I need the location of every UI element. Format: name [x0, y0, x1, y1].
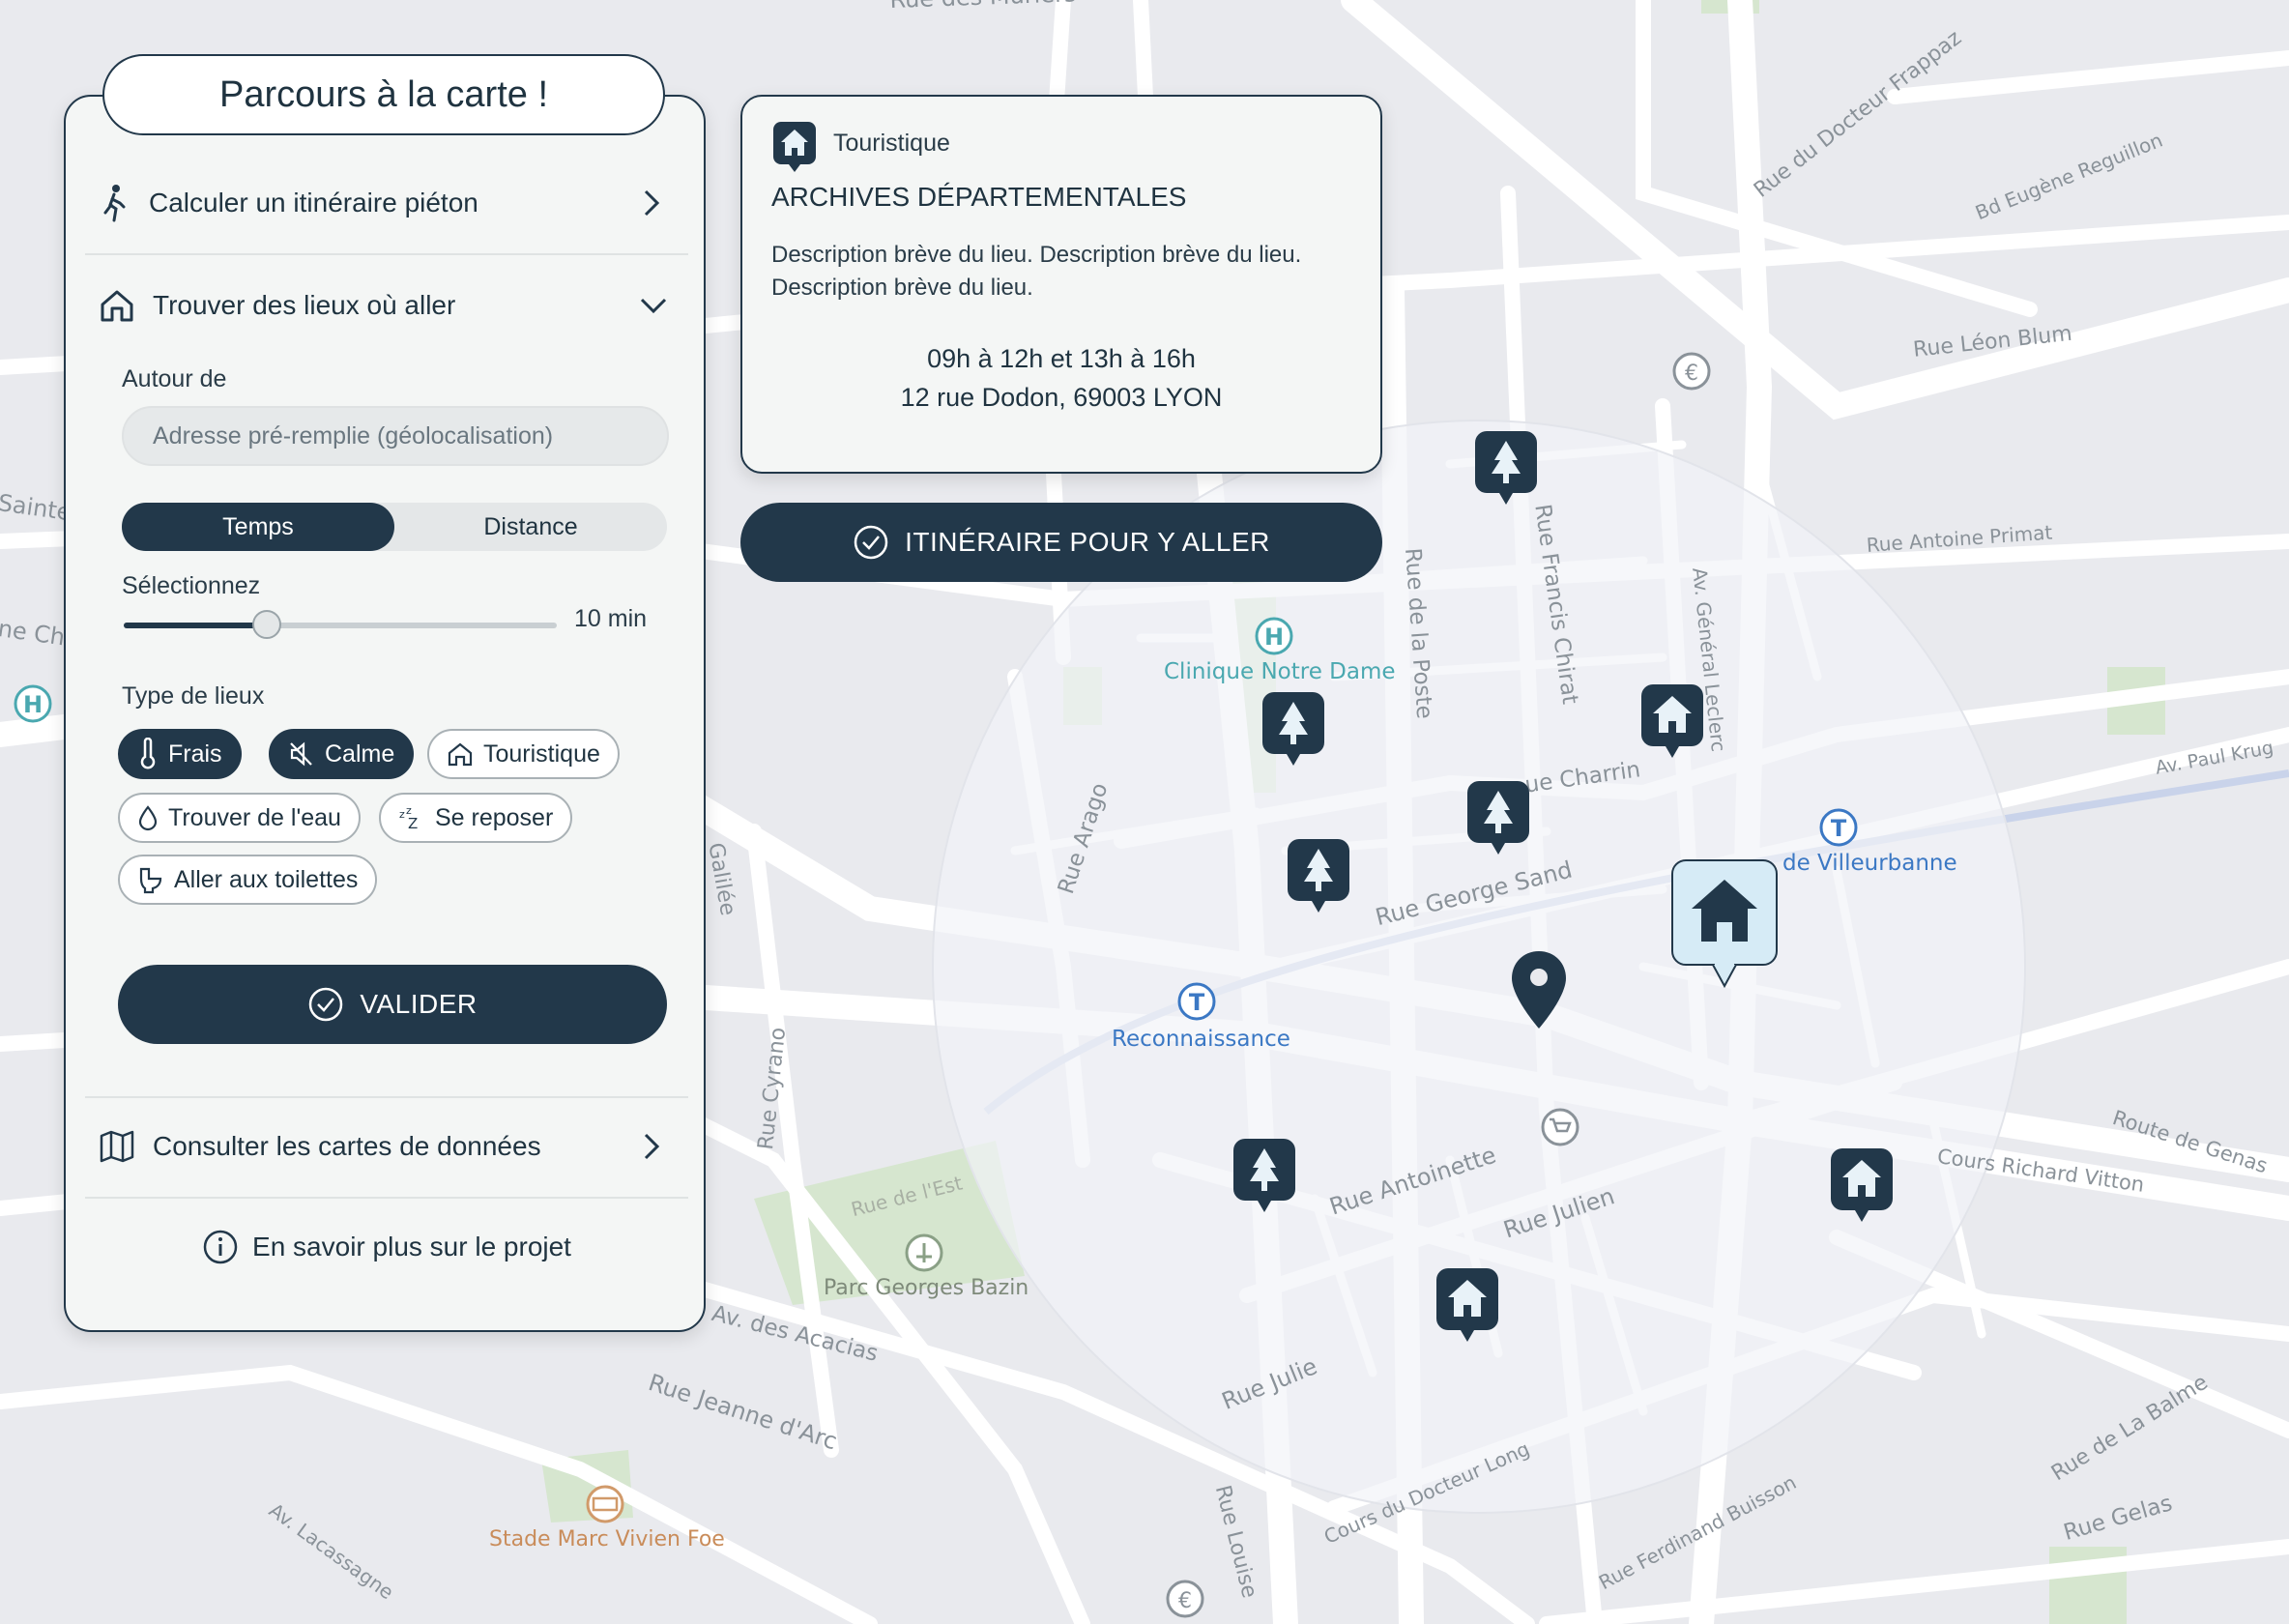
- poi-label-hospital: Clinique Notre Dame: [1164, 659, 1396, 684]
- mute-icon: [290, 741, 312, 767]
- house-marker[interactable]: [1829, 1146, 1895, 1226]
- park-symbol: [905, 1233, 943, 1272]
- tree-marker[interactable]: [1231, 1137, 1297, 1216]
- find-places-row[interactable]: Trouver des lieux où aller: [85, 275, 688, 336]
- place-popup: Touristique ARCHIVES DÉPARTEMENTALES Des…: [740, 95, 1382, 474]
- panel-title-text: Parcours à la carte !: [218, 73, 549, 115]
- info-icon: [203, 1230, 238, 1264]
- slider-thumb[interactable]: [251, 610, 281, 639]
- mode-toggle: Temps Distance: [122, 503, 667, 551]
- slider-fill: [124, 623, 267, 628]
- svg-text:z: z: [399, 808, 405, 821]
- popup-place-name: ARCHIVES DÉPARTEMENTALES: [771, 182, 1187, 212]
- chip-label: Calme: [325, 740, 395, 768]
- route-button-label: ITINÉRAIRE POUR Y ALLER: [905, 527, 1270, 557]
- chevron-down-icon: [640, 298, 667, 314]
- euro-symbol: €: [1672, 352, 1711, 391]
- thermometer-icon: [140, 738, 156, 769]
- house-marker[interactable]: [1434, 1266, 1500, 1346]
- tree-marker[interactable]: [1465, 779, 1531, 858]
- location-pin[interactable]: [1508, 947, 1570, 1032]
- svg-text:T: T: [1831, 815, 1847, 842]
- walk-route-label: Calculer un itinéraire piéton: [149, 188, 478, 218]
- separator: [85, 1096, 688, 1098]
- validate-button[interactable]: VALIDER: [118, 965, 667, 1044]
- chip-frais[interactable]: Frais: [118, 729, 242, 779]
- svg-text:€: €: [1685, 362, 1698, 386]
- svg-text:T: T: [1189, 989, 1205, 1016]
- slider-value: 10 min: [574, 605, 648, 632]
- house-category-icon: [773, 122, 816, 172]
- chip-label: Touristique: [483, 740, 600, 768]
- water-drop-icon: [138, 805, 158, 831]
- mode-time-button[interactable]: Temps: [122, 503, 394, 551]
- search-radius-circle: [932, 420, 2026, 1514]
- popup-category: Touristique: [833, 130, 950, 157]
- chip-calme[interactable]: Calme: [269, 729, 415, 779]
- popup-address: 12 rue Dodon, 69003 LYON: [900, 383, 1223, 412]
- poi-label-reconnaissance: Reconnaissance: [1112, 1027, 1290, 1052]
- tree-marker[interactable]: [1286, 837, 1351, 916]
- separator: [85, 1197, 688, 1199]
- chip-rest[interactable]: zzZ Se reposer: [379, 793, 573, 843]
- svg-text:H: H: [23, 691, 43, 718]
- check-circle-icon: [854, 525, 888, 560]
- chip-water[interactable]: Trouver de l'eau: [118, 793, 361, 843]
- side-panel: Calculer un itinéraire piéton Trouver de…: [64, 95, 706, 1332]
- house-icon: [448, 742, 473, 767]
- tram-stop-villeurbanne: T: [1819, 808, 1858, 847]
- chip-touristique[interactable]: Touristique: [427, 729, 620, 779]
- poi-label-stadium: Stade Marc Vivien Foe: [489, 1527, 725, 1552]
- address-input[interactable]: [122, 406, 669, 466]
- hospital-symbol-left: H: [14, 684, 52, 723]
- poi-label-park: Parc Georges Bazin: [824, 1276, 1029, 1300]
- poi-label-villeurbanne: de Villeurbanne: [1782, 851, 1957, 876]
- chip-label: Aller aux toilettes: [174, 865, 359, 893]
- popup-hours: 09h à 12h et 13h à 16h: [927, 344, 1196, 373]
- chip-toilets[interactable]: Aller aux toilettes: [118, 855, 378, 905]
- tram-stop-reconnaissance: T: [1177, 982, 1216, 1021]
- svg-text:Z: Z: [408, 815, 418, 831]
- house-marker[interactable]: [1639, 682, 1705, 762]
- chevron-right-icon: [644, 189, 660, 217]
- svg-text:H: H: [1264, 624, 1284, 651]
- house-outline-icon: [101, 290, 133, 322]
- select-label: Sélectionnez: [122, 572, 261, 599]
- sleep-icon: z zZ: [399, 804, 418, 831]
- selected-house-marker[interactable]: [1670, 858, 1779, 990]
- about-label: En savoir plus sur le projet: [252, 1232, 571, 1262]
- hospital-symbol: H: [1255, 617, 1293, 655]
- popup-description-2: Description brève du lieu.: [771, 275, 1033, 301]
- route-to-place-button[interactable]: ITINÉRAIRE POUR Y ALLER: [740, 503, 1382, 582]
- tree-marker[interactable]: [1473, 429, 1539, 508]
- map-icon: [100, 1130, 134, 1163]
- data-maps-label: Consulter les cartes de données: [153, 1131, 541, 1161]
- chip-label: Frais: [168, 740, 222, 768]
- find-places-label: Trouver des lieux où aller: [153, 290, 456, 320]
- about-row[interactable]: En savoir plus sur le projet: [66, 1216, 708, 1278]
- svg-text:€: €: [1178, 1589, 1192, 1613]
- panel-title: Parcours à la carte !: [102, 54, 665, 135]
- stadium-symbol: [586, 1485, 624, 1523]
- place-type-label: Type de lieux: [122, 682, 265, 710]
- mode-distance-button[interactable]: Distance: [394, 503, 667, 551]
- chip-label: Trouver de l'eau: [168, 803, 341, 831]
- chip-label: Se reposer: [435, 803, 554, 831]
- walk-route-row[interactable]: Calculer un itinéraire piéton: [85, 172, 688, 234]
- duration-slider[interactable]: [124, 610, 557, 639]
- shop-cart-symbol: [1541, 1108, 1579, 1146]
- data-maps-row[interactable]: Consulter les cartes de données: [85, 1116, 688, 1177]
- chevron-right-icon: [644, 1133, 660, 1160]
- popup-description-1: Description brève du lieu. Description b…: [771, 242, 1302, 268]
- euro-symbol-bottom: €: [1166, 1580, 1204, 1618]
- toilet-icon: [139, 867, 162, 894]
- check-circle-icon: [309, 987, 343, 1022]
- tree-marker[interactable]: [1260, 690, 1326, 769]
- validate-label: VALIDER: [360, 989, 478, 1019]
- pedestrian-icon: [103, 185, 126, 222]
- around-label: Autour de: [122, 365, 227, 392]
- separator: [85, 253, 688, 255]
